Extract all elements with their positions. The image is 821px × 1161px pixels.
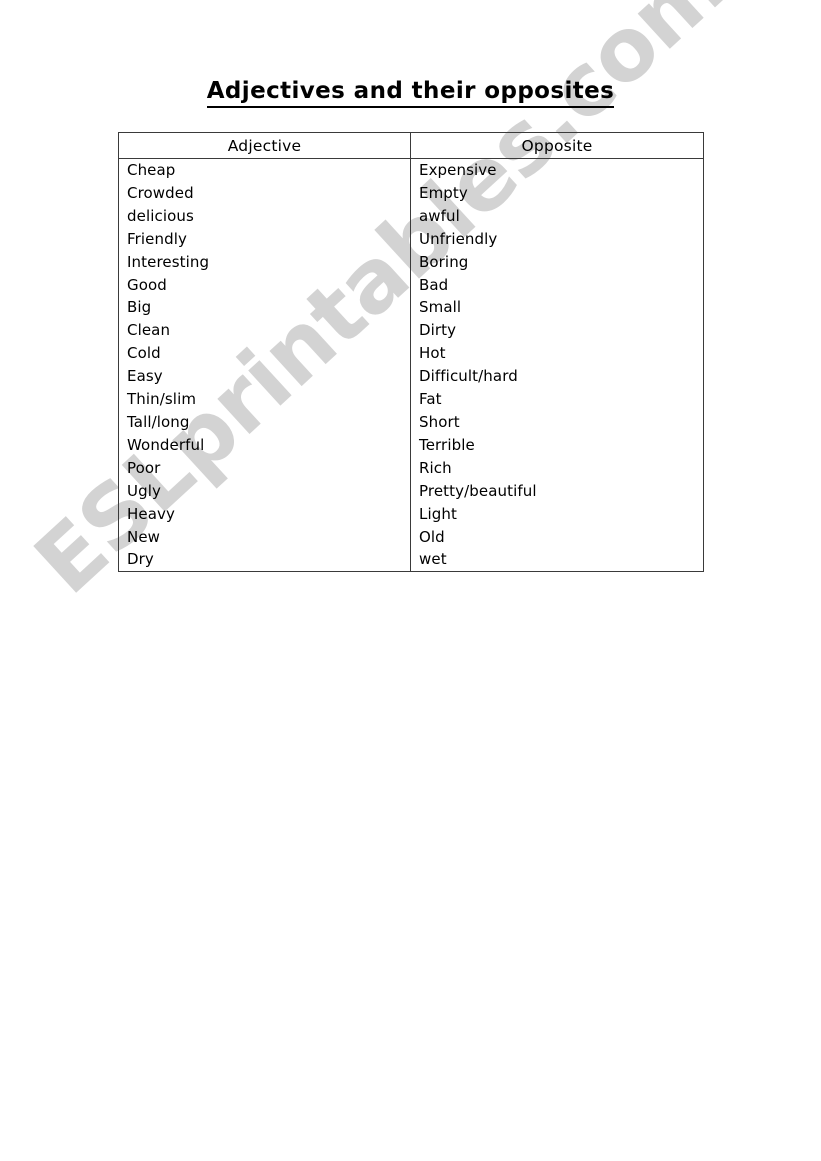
table-row: Ugly Pretty/beautiful <box>118 479 704 503</box>
cell-opposite: Boring <box>410 250 704 274</box>
cell-opposite: Bad <box>410 273 704 297</box>
worksheet-page: ESLprintables.com Adjectives and their o… <box>0 0 821 1161</box>
table-row: Crowded Empty <box>118 181 704 205</box>
table-row: Poor Rich <box>118 456 704 480</box>
cell-adjective: Interesting <box>118 250 411 274</box>
cell-adjective: delicious <box>118 204 411 228</box>
cell-opposite: Terrible <box>410 433 704 457</box>
cell-adjective: Cheap <box>118 157 411 182</box>
table-row: Heavy Light <box>118 502 704 526</box>
table-row: Tall/long Short <box>118 410 704 434</box>
table-row: Friendly Unfriendly <box>118 227 704 251</box>
table-row: Thin/slim Fat <box>118 388 704 411</box>
cell-adjective: Big <box>118 296 411 320</box>
table-row: Cheap Expensive <box>118 157 704 182</box>
column-header-adjective: Adjective <box>118 132 411 159</box>
cell-opposite: Empty <box>410 181 704 205</box>
table-header-row: Adjective Opposite <box>118 132 704 159</box>
cell-opposite: Short <box>410 410 704 434</box>
adjectives-opposites-table: Adjective Opposite Cheap Expensive Crowded… <box>118 132 704 573</box>
table-row: Interesting Boring <box>118 250 704 274</box>
cell-adjective: Heavy <box>118 502 411 526</box>
cell-adjective: Ugly <box>118 479 411 503</box>
table-body: Cheap Expensive Crowded Empty delicious awful… <box>118 157 704 573</box>
table-row: Good Bad <box>118 273 704 297</box>
cell-adjective: Tall/long <box>118 410 411 434</box>
cell-opposite: Small <box>410 296 704 320</box>
table-row: Dry wet <box>118 548 704 573</box>
cell-adjective: Easy <box>118 365 411 389</box>
cell-opposite: Pretty/beautiful <box>410 479 704 503</box>
cell-opposite: awful <box>410 204 704 228</box>
cell-opposite: Expensive <box>410 157 704 182</box>
column-header-opposite: Opposite <box>410 132 704 159</box>
cell-opposite: Difficult/hard <box>410 365 704 389</box>
cell-adjective: Thin/slim <box>118 388 411 411</box>
cell-adjective: Good <box>118 273 411 297</box>
cell-opposite: Unfriendly <box>410 227 704 251</box>
cell-adjective: Clean <box>118 319 411 343</box>
page-title-text: Adjectives and their opposites <box>206 78 615 108</box>
page-title: Adjectives and their opposites <box>0 78 821 108</box>
table-row: Clean Dirty <box>118 319 704 343</box>
table-header: Adjective Opposite <box>118 132 704 159</box>
table-row: Big Small <box>118 296 704 320</box>
cell-adjective: Poor <box>118 456 411 480</box>
table-row: Easy Difficult/hard <box>118 365 704 389</box>
table-row: New Old <box>118 525 704 549</box>
cell-opposite: Light <box>410 502 704 526</box>
cell-adjective: Crowded <box>118 181 411 205</box>
cell-opposite: Rich <box>410 456 704 480</box>
cell-opposite: Fat <box>410 388 704 411</box>
cell-adjective: New <box>118 525 411 549</box>
table-row: delicious awful <box>118 204 704 228</box>
cell-adjective: Friendly <box>118 227 411 251</box>
cell-opposite: Old <box>410 525 704 549</box>
cell-adjective: Cold <box>118 342 411 366</box>
cell-opposite: wet <box>410 548 704 573</box>
table-row: Cold Hot <box>118 342 704 366</box>
cell-opposite: Hot <box>410 342 704 366</box>
cell-adjective: Dry <box>118 548 411 573</box>
cell-opposite: Dirty <box>410 319 704 343</box>
cell-adjective: Wonderful <box>118 433 411 457</box>
table-row: Wonderful Terrible <box>118 433 704 457</box>
